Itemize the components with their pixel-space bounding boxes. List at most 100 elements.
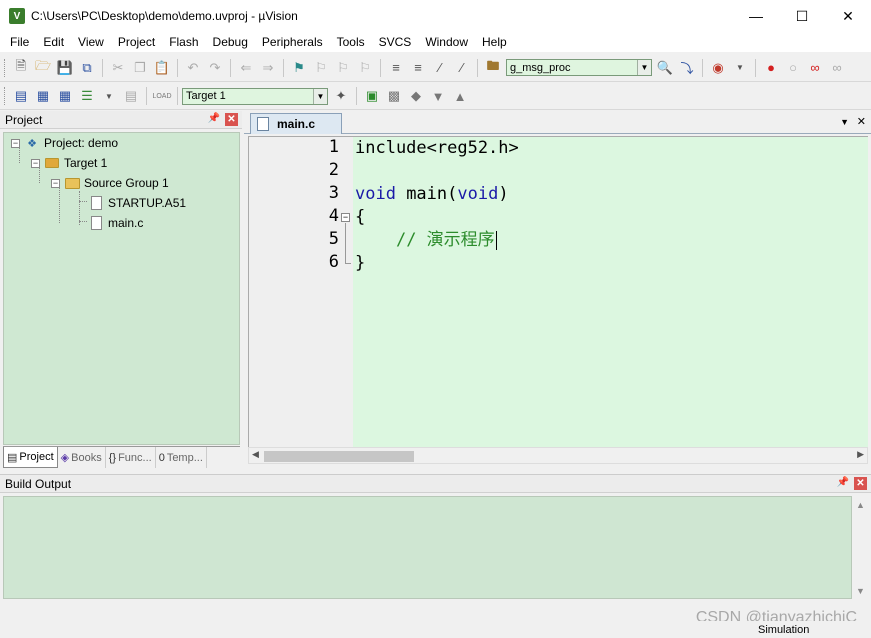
- undo-icon[interactable]: ↶: [184, 59, 202, 77]
- close-tab-icon[interactable]: ✕: [857, 115, 866, 128]
- pin-icon[interactable]: 📌: [837, 477, 849, 488]
- menu-peripherals[interactable]: Peripherals: [255, 32, 330, 52]
- nav-forward-icon[interactable]: ⇒: [259, 59, 277, 77]
- toolbar-separator: [102, 58, 103, 77]
- menu-project[interactable]: Project: [111, 32, 162, 52]
- uncomment-icon[interactable]: ⁄: [453, 59, 471, 77]
- pack-installer-icon[interactable]: ▼: [429, 87, 447, 105]
- build-icon[interactable]: ▦: [34, 87, 52, 105]
- tab-list-dropdown-icon[interactable]: ▼: [840, 117, 849, 127]
- menu-svcs[interactable]: SVCS: [372, 32, 419, 52]
- target-icon: [44, 156, 60, 170]
- collapse-icon[interactable]: −: [11, 138, 20, 148]
- indent-icon[interactable]: ≡: [387, 59, 405, 77]
- scroll-left-icon[interactable]: ◀: [252, 449, 259, 460]
- bookmark-prev-icon[interactable]: ⚐: [312, 59, 330, 77]
- new-file-icon[interactable]: 🗎: [12, 58, 30, 77]
- menu-tools[interactable]: Tools: [330, 32, 372, 52]
- tree-item-target[interactable]: − Target 1: [31, 153, 107, 173]
- breakpoint-disable-all-icon[interactable]: ∞: [806, 59, 824, 77]
- event-recorder-icon[interactable]: ▲: [451, 87, 469, 105]
- bookmark-next-icon[interactable]: ⚐: [334, 59, 352, 77]
- copy-icon[interactable]: ❐: [131, 59, 149, 77]
- menu-help[interactable]: Help: [475, 32, 514, 52]
- code-editor[interactable]: 1 2 3 4 5 6 − include<reg52.h> void main…: [248, 136, 868, 447]
- tree-label-file: STARTUP.A51: [108, 196, 187, 210]
- maximize-icon[interactable]: ☐: [779, 0, 825, 32]
- manage-rte-icon[interactable]: ◆: [407, 87, 425, 105]
- breakpoint-insert-icon[interactable]: ●: [762, 59, 780, 77]
- editor-tab-main-c[interactable]: main.c: [250, 113, 342, 134]
- bookmark-clear-icon[interactable]: ⚐: [356, 59, 374, 77]
- comment-icon[interactable]: ⁄: [431, 59, 449, 77]
- tab-label: Project: [19, 451, 54, 463]
- scroll-up-icon[interactable]: ▲: [856, 500, 865, 510]
- breakpoint-enable-icon[interactable]: ○: [784, 59, 802, 77]
- cut-icon[interactable]: ✂: [109, 59, 127, 77]
- open-folder-icon[interactable]: 🗁: [34, 58, 52, 77]
- chevron-down-icon[interactable]: ▼: [637, 60, 651, 75]
- target-combo[interactable]: Target 1 ▼: [182, 87, 328, 105]
- menu-window[interactable]: Window: [418, 32, 475, 52]
- rebuild-icon[interactable]: ▦: [56, 87, 74, 105]
- collapse-icon[interactable]: −: [51, 178, 60, 188]
- menu-file[interactable]: File: [0, 32, 36, 52]
- incremental-find-icon[interactable]: ⤵: [678, 59, 696, 77]
- close-icon[interactable]: ✕: [854, 477, 867, 490]
- status-bar: Simulation: [0, 621, 871, 638]
- stop-build-icon[interactable]: ▤: [122, 87, 140, 105]
- save-all-icon[interactable]: ⧉: [78, 59, 96, 77]
- uvision-app-icon: V: [9, 8, 25, 24]
- close-icon[interactable]: ✕: [225, 113, 238, 126]
- tree-item-project[interactable]: − ❖ Project: demo: [11, 133, 118, 153]
- vertical-scrollbar[interactable]: ▲ ▼: [852, 496, 869, 599]
- translate-icon[interactable]: ▤: [12, 87, 30, 105]
- tab-project[interactable]: ▤ Project: [3, 447, 58, 468]
- tree-item-source-group[interactable]: − Source Group 1: [51, 173, 169, 193]
- debug-dropdown-icon[interactable]: ▼: [731, 59, 749, 77]
- tab-books[interactable]: ◈ Books: [58, 447, 106, 468]
- find-icon[interactable]: 🔍: [656, 59, 674, 77]
- horizontal-scrollbar[interactable]: ◀ ▶: [248, 447, 868, 464]
- find-combo[interactable]: g_msg_proc ▼: [506, 59, 652, 76]
- collapse-icon[interactable]: −: [31, 158, 40, 168]
- paste-icon[interactable]: 📋: [153, 59, 171, 77]
- menu-debug[interactable]: Debug: [206, 32, 255, 52]
- tab-functions[interactable]: {} Func...: [106, 447, 156, 468]
- batch-dropdown-icon[interactable]: ▼: [100, 87, 118, 105]
- manage-project-items-icon[interactable]: ▣: [363, 87, 381, 105]
- nav-back-icon[interactable]: ⇐: [237, 59, 255, 77]
- build-output-text[interactable]: [3, 496, 852, 599]
- file-icon: [88, 216, 104, 230]
- menu-view[interactable]: View: [71, 32, 111, 52]
- fold-collapse-icon[interactable]: −: [341, 213, 350, 222]
- tab-templates[interactable]: 0 Temp...: [156, 447, 207, 468]
- target-options-icon[interactable]: ✦: [332, 87, 350, 105]
- debug-session-icon[interactable]: ◉: [709, 59, 727, 77]
- pin-icon[interactable]: 📌: [208, 113, 220, 124]
- select-packs-icon[interactable]: ▩: [385, 87, 403, 105]
- code-text-area[interactable]: include<reg52.h> void main(void) { // 演示…: [353, 137, 868, 447]
- breakpoint-kill-all-icon[interactable]: ∞: [828, 59, 846, 77]
- minimize-icon[interactable]: —: [733, 0, 779, 32]
- bookmark-toggle-icon[interactable]: ⚑: [290, 59, 308, 77]
- download-load-icon[interactable]: LOAD: [152, 87, 171, 105]
- tree-item-file[interactable]: main.c: [88, 213, 143, 233]
- tree-item-file[interactable]: STARTUP.A51: [88, 193, 186, 213]
- chevron-down-icon[interactable]: ▼: [313, 88, 327, 104]
- code-line: void main(void): [355, 183, 509, 206]
- tree-label-project: Project: demo: [44, 136, 119, 150]
- close-icon[interactable]: ✕: [825, 0, 871, 32]
- scroll-down-icon[interactable]: ▼: [856, 586, 865, 596]
- save-icon[interactable]: 💾: [56, 59, 74, 77]
- unindent-icon[interactable]: ≡: [409, 59, 427, 77]
- batch-build-icon[interactable]: ☰: [78, 87, 96, 105]
- find-in-files-icon[interactable]: 🖿: [484, 58, 502, 77]
- redo-icon[interactable]: ↷: [206, 59, 224, 77]
- menu-edit[interactable]: Edit: [36, 32, 71, 52]
- menu-flash[interactable]: Flash: [162, 32, 205, 52]
- project-panel-title: Project: [5, 112, 43, 127]
- scroll-right-icon[interactable]: ▶: [857, 449, 864, 460]
- tab-label: Temp...: [166, 451, 203, 464]
- scrollbar-thumb[interactable]: [264, 451, 414, 462]
